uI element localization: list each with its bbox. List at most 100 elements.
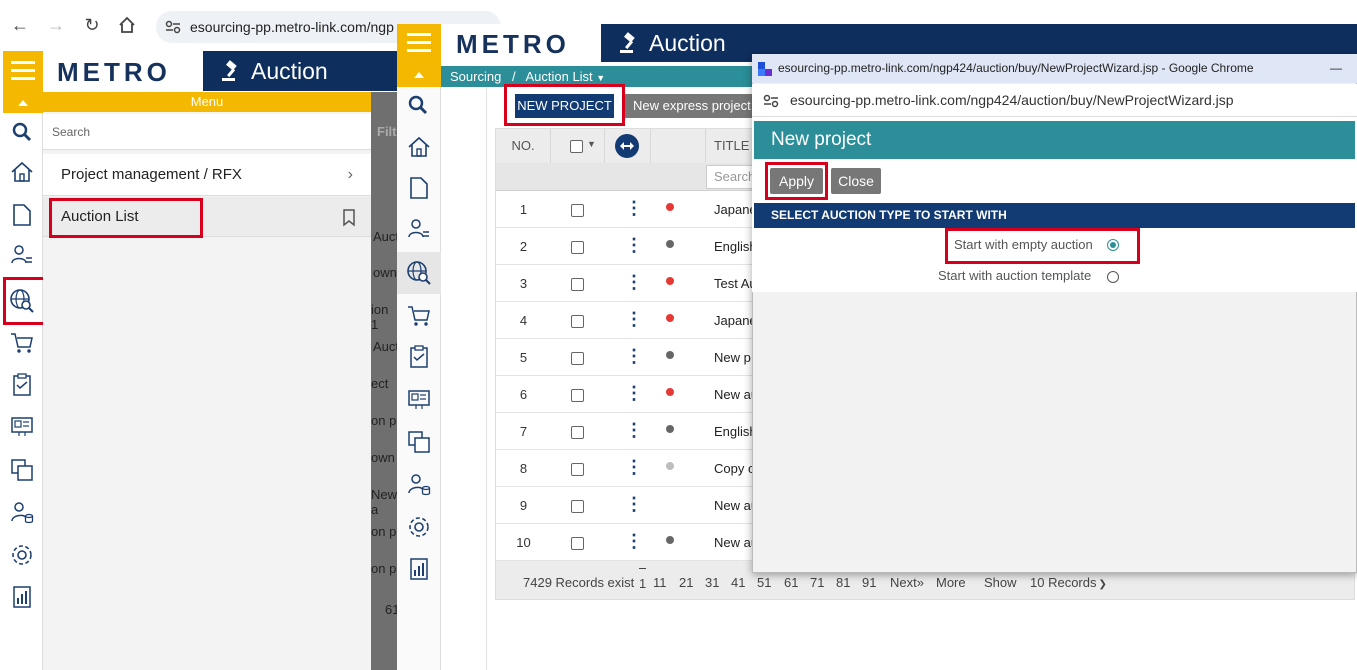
new-express-project-button[interactable]: New express project — [625, 94, 755, 118]
row-title[interactable]: New au — [714, 498, 756, 513]
title-search-input[interactable]: Search — [706, 165, 756, 189]
row-checkbox[interactable] — [571, 463, 584, 476]
home-icon[interactable] — [10, 160, 34, 184]
gear-icon[interactable] — [407, 515, 431, 539]
site-settings-icon[interactable] — [165, 20, 181, 34]
close-button[interactable]: Close — [831, 168, 881, 194]
presentation-icon[interactable] — [10, 416, 34, 438]
hamburger-menu-icon[interactable] — [397, 24, 441, 62]
menu-search-input[interactable]: Search — [43, 114, 371, 150]
presentation-icon[interactable] — [407, 389, 431, 411]
menu-item-project-management[interactable]: Project management / RFX › — [43, 154, 371, 196]
copy-icon[interactable] — [10, 458, 34, 482]
report-chart-icon[interactable] — [11, 585, 33, 609]
row-menu-icon[interactable]: ⋮ — [625, 384, 643, 402]
apply-button[interactable]: Apply — [770, 168, 823, 194]
column-header-select[interactable]: ▼ — [551, 129, 605, 163]
minimize-button[interactable]: — — [1330, 54, 1342, 83]
row-menu-icon[interactable]: ⋮ — [625, 495, 643, 513]
table-row[interactable]: 6 ⋮ New au — [496, 376, 756, 413]
report-chart-icon[interactable] — [408, 557, 430, 581]
user-database-icon[interactable] — [10, 500, 34, 524]
user-list-icon[interactable] — [10, 243, 34, 267]
row-checkbox[interactable] — [571, 426, 584, 439]
collapse-up-icon[interactable] — [3, 91, 43, 113]
user-database-icon[interactable] — [407, 472, 431, 496]
page-link[interactable]: 1 — [639, 568, 647, 599]
row-menu-icon[interactable]: ⋮ — [625, 421, 643, 439]
row-title[interactable]: Test Au — [714, 276, 756, 291]
row-title[interactable]: English — [714, 239, 756, 254]
row-checkbox[interactable] — [571, 278, 584, 291]
cart-icon[interactable] — [10, 331, 34, 355]
column-header-no[interactable]: NO. — [496, 129, 551, 163]
row-title[interactable]: New p — [714, 350, 756, 365]
table-row[interactable]: 4 ⋮ Japane — [496, 302, 756, 339]
hamburger-menu-icon[interactable] — [3, 51, 43, 91]
table-row[interactable]: 1 ⋮ Japane — [496, 191, 756, 228]
table-row[interactable]: 5 ⋮ New p — [496, 339, 756, 376]
table-row[interactable]: 8 ⋮ Copy o — [496, 450, 756, 487]
popup-url-bar[interactable]: esourcing-pp.metro-link.com/ngp424/aucti… — [752, 84, 1357, 117]
option-template-radio[interactable] — [1107, 271, 1119, 283]
document-icon[interactable] — [11, 203, 33, 227]
page-link[interactable]: 11 — [653, 568, 667, 598]
back-arrow-icon[interactable]: ← — [8, 14, 32, 36]
row-checkbox[interactable] — [571, 537, 584, 550]
table-row[interactable]: 7 ⋮ English — [496, 413, 756, 450]
column-header-title[interactable]: TITLE — [706, 129, 756, 163]
new-project-button[interactable]: NEW PROJECT — [515, 94, 614, 118]
row-menu-icon[interactable]: ⋮ — [625, 347, 643, 365]
row-checkbox[interactable] — [571, 352, 584, 365]
row-menu-icon[interactable]: ⋮ — [625, 458, 643, 476]
caret-down-icon[interactable]: ▼ — [596, 73, 605, 83]
cart-icon[interactable] — [407, 304, 431, 328]
search-icon[interactable] — [407, 94, 429, 116]
row-menu-icon[interactable]: ⋮ — [625, 532, 643, 550]
row-checkbox[interactable] — [571, 204, 584, 217]
bookmark-icon[interactable] — [342, 209, 356, 227]
forward-arrow-icon[interactable]: → — [44, 14, 68, 36]
user-list-icon[interactable] — [407, 217, 431, 241]
caret-down-icon[interactable]: ▼ — [587, 139, 596, 149]
metro-logo[interactable]: METRO — [43, 51, 203, 91]
row-checkbox[interactable] — [571, 500, 584, 513]
option-empty-auction-label[interactable]: Start with empty auction — [954, 237, 1093, 252]
globe-search-icon[interactable] — [406, 260, 432, 286]
metro-logo[interactable]: METRO — [441, 24, 601, 62]
row-checkbox[interactable] — [571, 389, 584, 402]
row-menu-icon[interactable]: ⋮ — [625, 310, 643, 328]
row-title[interactable]: English — [714, 424, 756, 439]
page-link[interactable]: 31 — [705, 568, 719, 598]
breadcrumb-sourcing[interactable]: Sourcing — [450, 69, 501, 84]
row-title[interactable]: Copy o — [714, 461, 756, 476]
row-menu-icon[interactable]: ⋮ — [625, 273, 643, 291]
table-row[interactable]: 10 ⋮ New au — [496, 524, 756, 561]
table-row[interactable]: 9 ⋮ New au — [496, 487, 756, 524]
page-link[interactable]: 21 — [679, 568, 693, 598]
reload-icon[interactable]: ↻ — [80, 14, 104, 36]
table-row[interactable]: 3 ⋮ Test Au — [496, 265, 756, 302]
row-menu-icon[interactable]: ⋮ — [625, 236, 643, 254]
table-row[interactable]: 2 ⋮ English — [496, 228, 756, 265]
row-title[interactable]: Japane — [714, 202, 756, 217]
home-icon[interactable] — [118, 16, 136, 34]
page-link[interactable]: 41 — [731, 568, 745, 598]
select-all-checkbox[interactable] — [570, 140, 583, 153]
menu-item-auction-list[interactable]: Auction List — [43, 197, 371, 237]
row-title[interactable]: Japane — [714, 313, 756, 328]
row-checkbox[interactable] — [571, 241, 584, 254]
option-empty-auction-radio[interactable] — [1107, 239, 1119, 251]
row-title[interactable]: New au — [714, 535, 756, 550]
clipboard-check-icon[interactable] — [11, 373, 33, 397]
row-menu-icon[interactable]: ⋮ — [625, 199, 643, 217]
column-header-actions[interactable] — [605, 129, 651, 163]
gear-icon[interactable] — [10, 543, 34, 567]
home-icon[interactable] — [407, 135, 431, 159]
copy-icon[interactable] — [407, 430, 431, 454]
breadcrumb-auction-list[interactable]: Auction List — [525, 69, 592, 84]
row-checkbox[interactable] — [571, 315, 584, 328]
collapse-up-icon[interactable] — [397, 62, 441, 87]
expand-columns-icon[interactable] — [614, 133, 640, 159]
row-title[interactable]: New au — [714, 387, 756, 402]
